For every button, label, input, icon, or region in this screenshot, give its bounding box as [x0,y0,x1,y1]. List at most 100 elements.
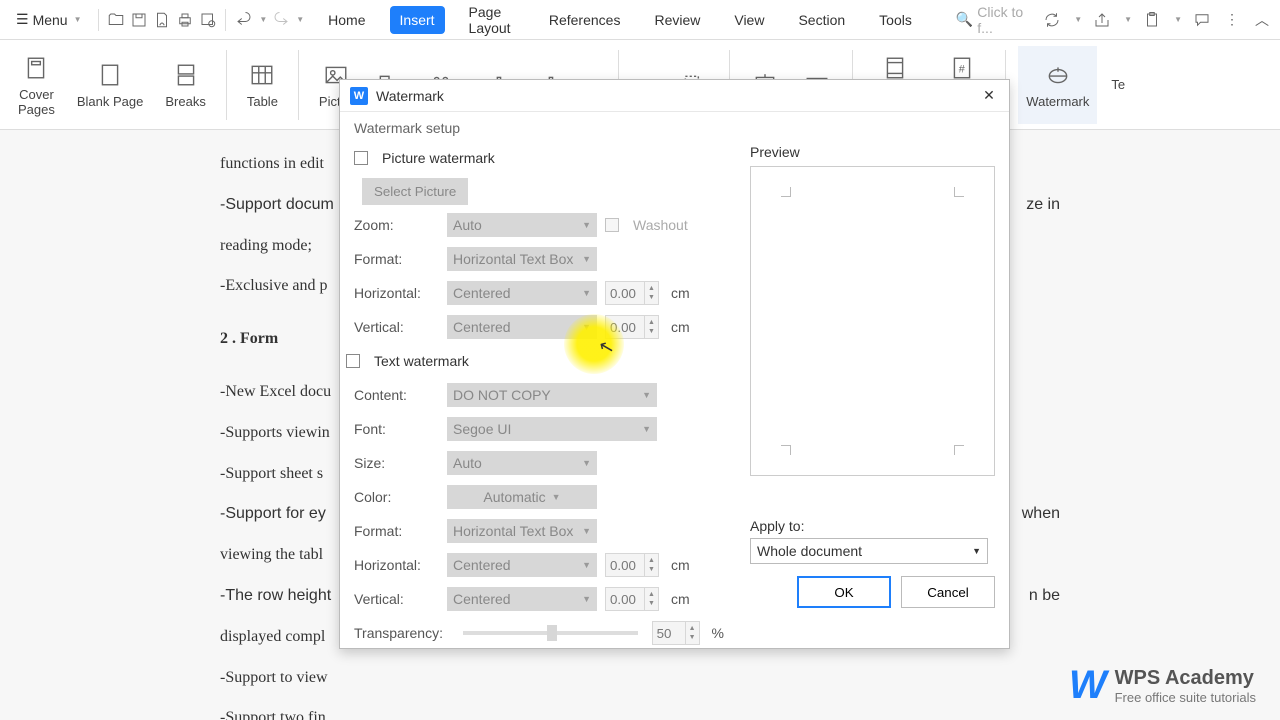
search-placeholder: Click to f... [977,4,1038,36]
select-picture-button[interactable]: Select Picture [362,178,468,205]
blank-page-icon [95,60,125,90]
comment-icon[interactable] [1192,10,1212,30]
chevron-down-icon[interactable]: ▼ [1174,15,1182,24]
separator [98,9,99,31]
separator [226,50,227,120]
tab-view[interactable]: View [724,6,774,34]
redo-dropdown[interactable]: ▼ [296,15,304,24]
tab-section[interactable]: Section [788,6,855,34]
breaks-button[interactable]: Breaks [157,46,213,124]
washout-checkbox[interactable] [605,218,619,232]
color-select[interactable]: Automatic▼ [447,485,597,509]
wps-academy-logo: W WPS Academy Free office suite tutorial… [1069,663,1256,708]
tab-page-layout[interactable]: Page Layout [459,0,525,42]
section-label: Watermark setup [354,120,995,136]
blank-page-label: Blank Page [77,94,144,109]
unit-cm: cm [671,591,690,607]
tab-references[interactable]: References [539,6,631,34]
hamburger-icon: ☰ [16,11,29,28]
tab-insert[interactable]: Insert [390,6,445,34]
cover-pages-icon [21,53,51,83]
collapse-ribbon-icon[interactable]: ︿ [1252,10,1272,30]
preview-label: Preview [750,144,995,160]
watermark-dialog: W Watermark ✕ Watermark setup Picture wa… [339,79,1010,649]
transparency-slider[interactable] [463,631,638,635]
open-icon[interactable] [106,10,125,30]
print-preview-icon[interactable] [198,10,217,30]
watermark-button[interactable]: Watermark [1018,46,1097,124]
text-watermark-checkbox[interactable] [346,354,360,368]
svg-text:#: # [959,63,965,75]
cancel-button[interactable]: Cancel [901,576,995,608]
vertical2-label: Vertical: [354,591,439,607]
horizontal2-label: Horizontal: [354,557,439,573]
clipboard-icon[interactable] [1142,10,1162,30]
apply-to-label: Apply to: [750,518,995,534]
color-label: Color: [354,489,439,505]
dialog-title: Watermark [376,88,444,104]
tab-review[interactable]: Review [644,6,710,34]
undo-dropdown[interactable]: ▼ [259,15,267,24]
table-button[interactable]: Table [239,46,286,124]
logo-tagline: Free office suite tutorials [1115,690,1256,705]
sync-icon[interactable] [1042,10,1062,30]
menu-label: Menu [33,12,68,28]
size-label: Size: [354,455,439,471]
ok-button[interactable]: OK [797,576,891,608]
tab-home[interactable]: Home [318,6,375,34]
horizontal2-select[interactable]: Centered▼ [447,553,597,577]
tab-tools[interactable]: Tools [869,6,922,34]
page-number-icon: # [947,53,977,83]
share-icon[interactable] [1092,10,1112,30]
zoom-select[interactable]: Auto▼ [447,213,597,237]
redo-icon[interactable] [271,10,290,30]
ribbon-tabs: Home Insert Page Layout References Revie… [318,0,922,42]
format2-select[interactable]: Horizontal Text Box▼ [447,519,597,543]
vertical-select[interactable]: Centered▼ [447,315,597,339]
horizontal-select[interactable]: Centered▼ [447,281,597,305]
horizontal2-spinner[interactable]: ▲▼ [605,553,659,577]
font-select[interactable]: Segoe UI▼ [447,417,657,441]
text-label: Te [1111,77,1125,92]
blank-page-button[interactable]: Blank Page [69,46,152,124]
format2-label: Format: [354,523,439,539]
cover-pages-label: Cover Pages [18,87,55,117]
unit-cm: cm [671,557,690,573]
chevron-down-icon[interactable]: ▼ [1074,15,1082,24]
search-icon: 🔍 [956,11,973,28]
menu-button[interactable]: ☰ Menu ▼ [8,7,90,32]
size-select[interactable]: Auto▼ [447,451,597,475]
transparency-spinner[interactable]: ▲▼ [652,621,700,645]
logo-brand: WPS Academy [1115,667,1256,690]
print-icon[interactable] [175,10,194,30]
close-icon[interactable]: ✕ [979,86,999,106]
export-pdf-icon[interactable] [152,10,171,30]
search-box[interactable]: 🔍 Click to f... [956,4,1038,36]
picture-watermark-checkbox[interactable] [354,151,368,165]
vertical-spinner[interactable]: ▲▼ [605,315,659,339]
chevron-down-icon[interactable]: ▼ [1124,15,1132,24]
vertical2-select[interactable]: Centered▼ [447,587,597,611]
preview-box [750,166,995,476]
watermark-label: Watermark [1026,94,1089,109]
unit-cm: cm [671,285,690,301]
unit-cm: cm [671,319,690,335]
table-label: Table [247,94,278,109]
save-icon[interactable] [129,10,148,30]
doc-line: -Support two fin [220,704,1060,720]
app-icon: W [350,87,368,105]
undo-icon[interactable] [234,10,253,30]
content-select[interactable]: DO NOT COPY▼ [447,383,657,407]
format-select[interactable]: Horizontal Text Box▼ [447,247,597,271]
header-footer-icon [880,53,910,83]
text-button-partial[interactable]: Te [1103,46,1133,124]
vertical2-spinner[interactable]: ▲▼ [605,587,659,611]
table-icon [247,60,277,90]
transparency-label: Transparency: [354,625,449,641]
cover-pages-button[interactable]: Cover Pages [10,46,63,124]
horizontal-spinner[interactable]: ▲▼ [605,281,659,305]
apply-to-select[interactable]: Whole document▼ [750,538,988,564]
more-icon[interactable]: ⋮ [1222,10,1242,30]
chevron-down-icon: ▼ [74,15,82,24]
separator [298,50,299,120]
